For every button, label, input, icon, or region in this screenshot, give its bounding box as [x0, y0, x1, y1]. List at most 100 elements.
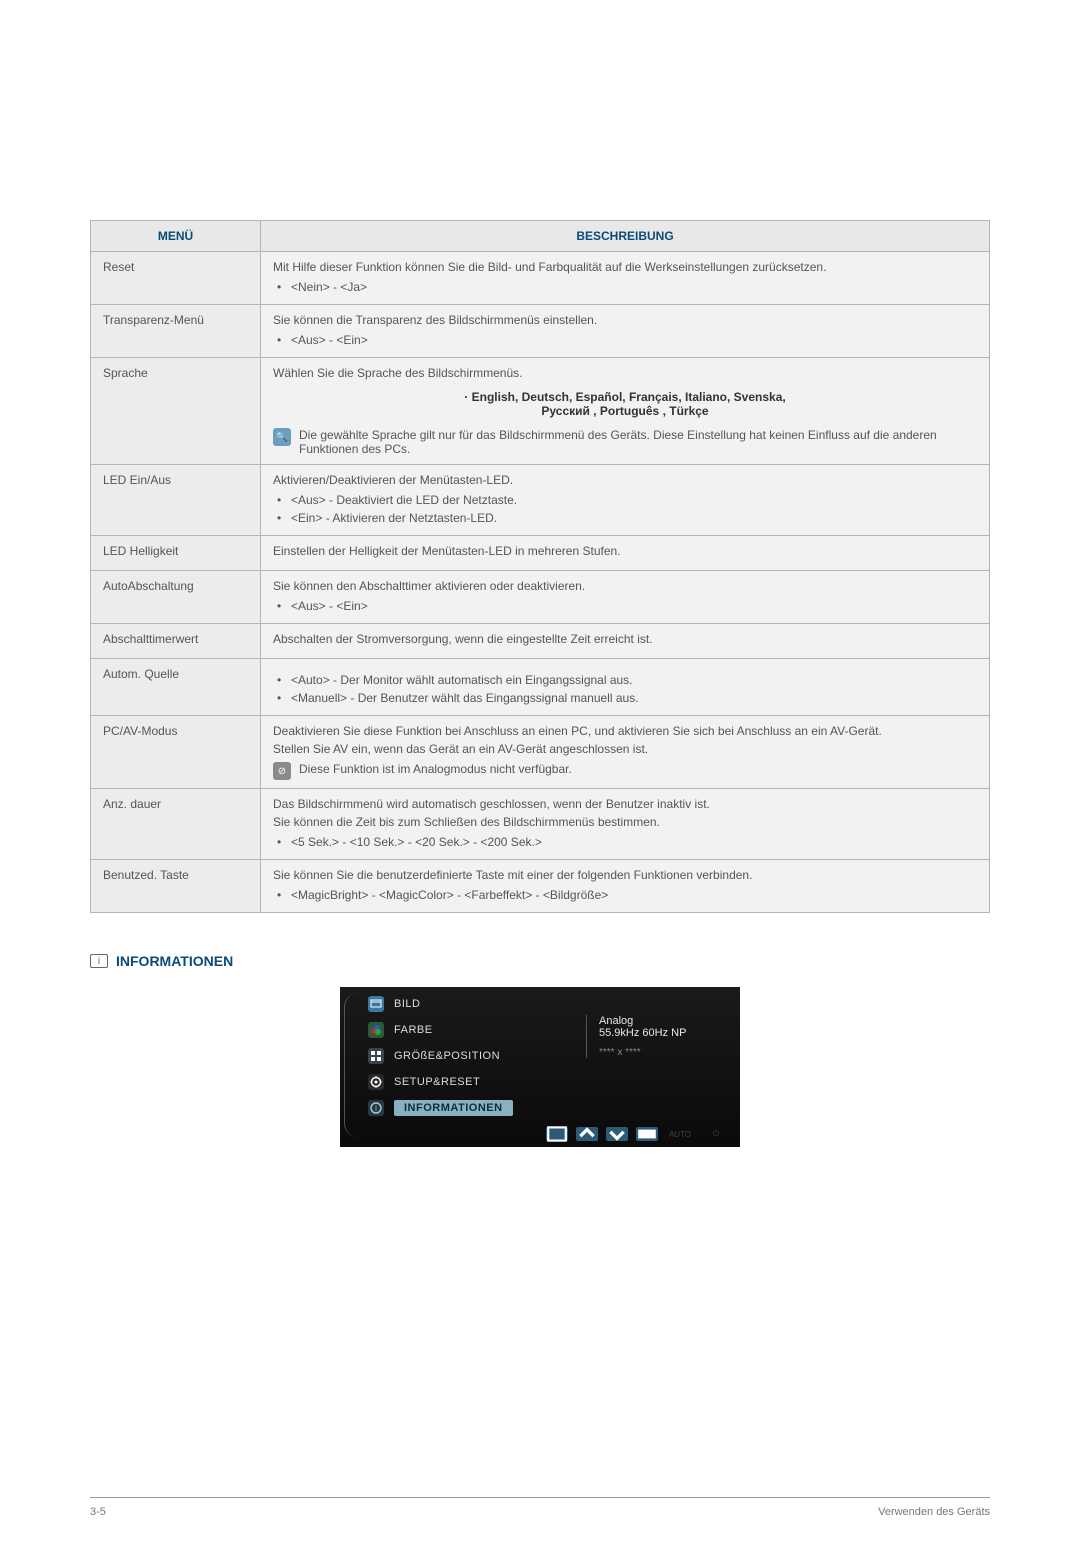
bullet-list: <Auto> - Der Monitor wählt automatisch e…: [273, 671, 977, 707]
row-label: PC/AV-Modus: [91, 716, 261, 789]
row-description: Das Bildschirmmenü wird automatisch gesc…: [261, 789, 990, 860]
table-row: LED Ein/Aus Aktivieren/Deaktivieren der M…: [91, 465, 990, 536]
row-description: Deaktivieren Sie diese Funktion bei Ansc…: [261, 716, 990, 789]
osd-btn-power: ⏻: [702, 1127, 730, 1141]
bullet-list: <MagicBright> - <MagicColor> - <Farbeffe…: [273, 886, 977, 904]
bullet-item: <Aus> - <Ein>: [275, 597, 977, 615]
table-header-desc: BESCHREIBUNG: [261, 221, 990, 252]
table-row: Transparenz-Menü Sie können die Transpare…: [91, 305, 990, 358]
osd-item-label: GRÖßE&POSITION: [394, 1050, 500, 1062]
row-label: LED Ein/Aus: [91, 465, 261, 536]
footer-section-title: Verwenden des Geräts: [878, 1506, 990, 1518]
osd-btn-4: [636, 1127, 658, 1141]
row-label: Anz. dauer: [91, 789, 261, 860]
osd-btn-3: [606, 1127, 628, 1141]
note-text: Die gewählte Sprache gilt nur für das Bi…: [299, 428, 977, 456]
table-row: LED Helligkeit Einstellen der Helligkeit …: [91, 536, 990, 571]
row-label: LED Helligkeit: [91, 536, 261, 571]
osd-info-mode: Analog: [599, 1015, 726, 1027]
row-description: Einstellen der Helligkeit der Menütasten…: [261, 536, 990, 571]
row-label: AutoAbschaltung: [91, 571, 261, 624]
row-label: Abschalttimerwert: [91, 624, 261, 659]
osd-menu-item: i INFORMATIONEN: [340, 1095, 740, 1121]
osd-info-panel: Analog 55.9kHz 60Hz NP **** x ****: [586, 1015, 726, 1058]
table-row: PC/AV-Modus Deaktivieren Sie diese Funkti…: [91, 716, 990, 789]
table-row: AutoAbschaltung Sie können den Abschaltti…: [91, 571, 990, 624]
osd-item-label: SETUP&RESET: [394, 1076, 480, 1088]
desc-text: Sie können die Transparenz des Bildschir…: [273, 313, 977, 327]
forbidden-icon: ⊘: [273, 762, 291, 780]
desc-text: Deaktivieren Sie diese Funktion bei Ansc…: [273, 724, 977, 738]
bullet-item: <Auto> - Der Monitor wählt automatisch e…: [275, 671, 977, 689]
table-header-menu: MENÜ: [91, 221, 261, 252]
bullet-list: <Aus> - <Ein>: [273, 331, 977, 349]
row-description: Wählen Sie die Sprache des Bildschirmmen…: [261, 358, 990, 465]
desc-text: Stellen Sie AV ein, wenn das Gerät an ei…: [273, 742, 977, 756]
section-header-informationen: i INFORMATIONEN: [90, 953, 990, 969]
footer-page-number: 3-5: [90, 1506, 106, 1518]
svg-text:i: i: [375, 1104, 377, 1113]
osd-item-icon: [368, 1022, 384, 1038]
table-row: Abschalttimerwert Abschalten der Stromver…: [91, 624, 990, 659]
row-description: Sie können den Abschalttimer aktivieren …: [261, 571, 990, 624]
bullet-list: <Aus> - <Ein>: [273, 597, 977, 615]
bullet-item: <Aus> - Deaktiviert die LED der Netztast…: [275, 491, 977, 509]
section-title: INFORMATIONEN: [116, 953, 233, 969]
osd-item-label: BILD: [394, 998, 420, 1010]
row-description: <Auto> - Der Monitor wählt automatisch e…: [261, 659, 990, 716]
row-label: Sprache: [91, 358, 261, 465]
table-row: Sprache Wählen Sie die Sprache des Bildsc…: [91, 358, 990, 465]
language-list: · English, Deutsch, Español, Français, I…: [273, 390, 977, 418]
table-row: Reset Mit Hilfe dieser Funktion können Si…: [91, 252, 990, 305]
osd-info-freq: 55.9kHz 60Hz NP: [599, 1027, 726, 1039]
row-description: Sie können die Transparenz des Bildschir…: [261, 305, 990, 358]
desc-text: Einstellen der Helligkeit der Menütasten…: [273, 544, 977, 558]
table-row: Anz. dauer Das Bildschirmmenü wird automa…: [91, 789, 990, 860]
row-label: Transparenz-Menü: [91, 305, 261, 358]
row-description: Abschalten der Stromversorgung, wenn die…: [261, 624, 990, 659]
osd-info-res: **** x ****: [599, 1047, 726, 1058]
desc-text: Sie können den Abschalttimer aktivieren …: [273, 579, 977, 593]
osd-btn-2: [576, 1127, 598, 1141]
osd-item-label: INFORMATIONEN: [394, 1100, 513, 1116]
table-row: Autom. Quelle <Auto> - Der Monitor wählt …: [91, 659, 990, 716]
desc-text: Mit Hilfe dieser Funktion können Sie die…: [273, 260, 977, 274]
table-row: Benutzed. Taste Sie können Sie die benutz…: [91, 860, 990, 913]
desc-text: Aktivieren/Deaktivieren der Menütasten-L…: [273, 473, 977, 487]
osd-btn-1: [546, 1127, 568, 1141]
row-description: Aktivieren/Deaktivieren der Menütasten-L…: [261, 465, 990, 536]
desc-text: Sie können die Zeit bis zum Schließen de…: [273, 815, 977, 829]
row-description: Mit Hilfe dieser Funktion können Sie die…: [261, 252, 990, 305]
info-icon: i: [90, 954, 108, 968]
osd-item-icon: [368, 1048, 384, 1064]
osd-btn-auto: AUTO: [666, 1127, 694, 1141]
osd-menu-screenshot: Analog 55.9kHz 60Hz NP **** x **** BILD F…: [340, 987, 740, 1147]
row-label: Reset: [91, 252, 261, 305]
note-row: ⊘ Diese Funktion ist im Analogmodus nicht…: [273, 762, 977, 780]
row-label: Benutzed. Taste: [91, 860, 261, 913]
bullet-item: <Nein> - <Ja>: [275, 278, 977, 296]
desc-text: Abschalten der Stromversorgung, wenn die…: [273, 632, 977, 646]
row-label: Autom. Quelle: [91, 659, 261, 716]
bullet-item: <Aus> - <Ein>: [275, 331, 977, 349]
osd-menu-item: SETUP&RESET: [340, 1069, 740, 1095]
osd-item-label: FARBE: [394, 1024, 433, 1036]
osd-item-icon: [368, 996, 384, 1012]
bullet-list: <Aus> - Deaktiviert die LED der Netztast…: [273, 491, 977, 527]
note-row: 🔍 Die gewählte Sprache gilt nur für das B…: [273, 428, 977, 456]
note-text: Diese Funktion ist im Analogmodus nicht …: [299, 762, 572, 776]
bullet-list: <5 Sek.> - <10 Sek.> - <20 Sek.> - <200 …: [273, 833, 977, 851]
desc-text: Sie können Sie die benutzerdefinierte Ta…: [273, 868, 977, 882]
osd-item-icon: [368, 1074, 384, 1090]
bullet-item: <5 Sek.> - <10 Sek.> - <20 Sek.> - <200 …: [275, 833, 977, 851]
desc-text: Wählen Sie die Sprache des Bildschirmmen…: [273, 366, 977, 380]
desc-text: Das Bildschirmmenü wird automatisch gesc…: [273, 797, 977, 811]
info-icon: 🔍: [273, 428, 291, 446]
row-description: Sie können Sie die benutzerdefinierte Ta…: [261, 860, 990, 913]
bullet-item: <Ein> - Aktivieren der Netztasten-LED.: [275, 509, 977, 527]
bullet-list: <Nein> - <Ja>: [273, 278, 977, 296]
settings-table: MENÜ BESCHREIBUNG Reset Mit Hilfe dieser …: [90, 220, 990, 913]
page-footer: 3-5 Verwenden des Geräts: [90, 1497, 990, 1518]
bullet-item: <MagicBright> - <MagicColor> - <Farbeffe…: [275, 886, 977, 904]
bullet-item: <Manuell> - Der Benutzer wählt das Einga…: [275, 689, 977, 707]
